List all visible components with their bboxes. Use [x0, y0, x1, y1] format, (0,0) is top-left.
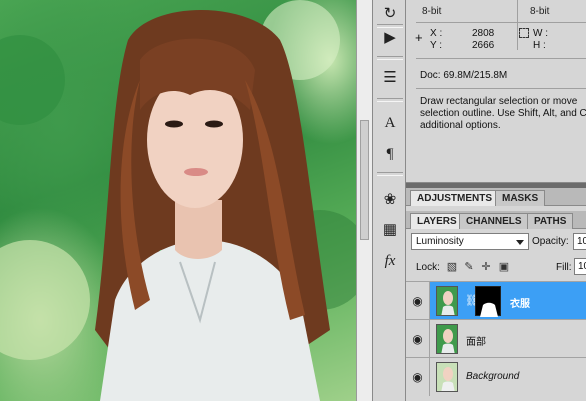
- type-tool-icon[interactable]: A: [378, 112, 402, 134]
- x-value: 2808: [472, 28, 495, 39]
- xy-values: 2808 2666: [472, 28, 494, 52]
- crosshair-icon: +: [415, 30, 423, 45]
- dock-divider: [377, 172, 403, 176]
- tool-description-line: additional options.: [420, 120, 501, 131]
- layers-tab-row: LAYERS CHANNELS PATHS: [406, 211, 586, 230]
- info-divider: [416, 22, 586, 23]
- layer-thumbnail: [436, 324, 458, 354]
- play-action-icon[interactable]: ▶: [378, 26, 402, 48]
- bit-depth-right: 8-bit: [530, 6, 550, 17]
- lock-label: Lock:: [416, 262, 440, 273]
- swatches-list-icon[interactable]: ☰: [378, 66, 402, 88]
- tab-layers[interactable]: LAYERS: [410, 213, 464, 230]
- tab-channels[interactable]: CHANNELS: [459, 213, 529, 229]
- history-brush-icon[interactable]: ↻: [378, 2, 402, 24]
- info-divider: [416, 58, 586, 59]
- portrait-photo: [0, 0, 356, 401]
- layer-mask-thumbnail[interactable]: [475, 286, 501, 317]
- tool-description-line: Draw rectangular selection or move: [420, 96, 578, 107]
- tab-adjustments[interactable]: ADJUSTMENTS: [410, 190, 500, 207]
- opacity-input[interactable]: 10: [573, 233, 586, 250]
- info-divider: [517, 0, 518, 50]
- adjustments-tab-row: ADJUSTMENTS MASKS: [406, 188, 586, 207]
- lock-position-icon[interactable]: ✛: [480, 260, 492, 273]
- layer-name[interactable]: 衣服: [510, 295, 530, 310]
- x-label: X :: [430, 28, 443, 39]
- grid-icon[interactable]: ▦: [378, 218, 402, 240]
- layer-row-face[interactable]: ◉ 面部: [406, 319, 586, 358]
- bit-depth-left: 8-bit: [422, 6, 442, 17]
- dock-divider: [377, 98, 403, 102]
- info-panel: 8-bit 8-bit + X : Y : 2808 2666 W : H : …: [406, 0, 586, 183]
- lock-pixels-icon[interactable]: ✎: [463, 260, 475, 273]
- lock-transparency-icon[interactable]: ▧: [446, 260, 458, 273]
- panel-dock-strip: ↻ ▶ ☰ A ¶ ❀ ▦ fx: [372, 0, 406, 401]
- layer-name[interactable]: 面部: [466, 333, 486, 348]
- lock-all-icon[interactable]: ▣: [498, 260, 510, 273]
- layers-panel: Luminosity Opacity: 10 Lock: ▧ ✎ ✛ ▣ Fil…: [406, 229, 586, 401]
- layer-thumbnail: [436, 362, 458, 392]
- paragraph-icon[interactable]: ¶: [378, 143, 402, 165]
- wh-labels: W : H :: [533, 28, 548, 52]
- selection-size-icon: [519, 28, 529, 38]
- xy-labels: X : Y :: [430, 28, 442, 52]
- fx-icon[interactable]: fx: [378, 250, 402, 272]
- fill-input[interactable]: 10: [574, 258, 586, 275]
- layer-row-clothes[interactable]: ◉ ⛓ 衣服: [406, 281, 586, 320]
- h-label: H :: [533, 40, 546, 51]
- visibility-eye-icon[interactable]: ◉: [406, 282, 430, 320]
- tool-description-line: selection outline. Use Shift, Alt, and C: [420, 108, 586, 119]
- info-divider: [416, 88, 586, 89]
- opacity-label: Opacity:: [532, 236, 569, 247]
- blend-mode-select[interactable]: Luminosity: [411, 233, 529, 250]
- tab-paths[interactable]: PATHS: [527, 213, 574, 229]
- layer-name[interactable]: Background: [466, 371, 519, 382]
- chevron-down-icon: [516, 240, 524, 245]
- scrollbar-thumb[interactable]: [360, 120, 369, 240]
- doc-size: Doc: 69.8M/215.8M: [420, 70, 508, 81]
- palette-icon[interactable]: ❀: [378, 188, 402, 210]
- fill-label: Fill:: [556, 262, 572, 273]
- dock-divider: [377, 56, 403, 60]
- y-value: 2666: [472, 40, 495, 51]
- y-label: Y :: [430, 40, 443, 51]
- tab-masks[interactable]: MASKS: [495, 190, 546, 206]
- blend-mode-value: Luminosity: [416, 236, 464, 247]
- mask-link-icon[interactable]: ⛓: [465, 294, 479, 308]
- document-canvas[interactable]: [0, 0, 356, 401]
- canvas-scrollbar[interactable]: [356, 0, 372, 401]
- visibility-eye-icon[interactable]: ◉: [406, 358, 430, 396]
- w-label: W :: [533, 28, 548, 39]
- layer-thumbnail: [436, 286, 458, 316]
- visibility-eye-icon[interactable]: ◉: [406, 320, 430, 358]
- tool-description: Draw rectangular selection or move selec…: [420, 96, 586, 132]
- layer-row-background[interactable]: ◉ Background: [406, 357, 586, 396]
